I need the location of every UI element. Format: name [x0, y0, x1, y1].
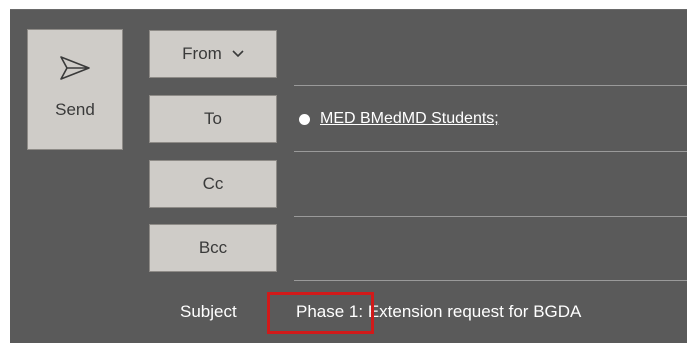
cc-field-divider [294, 216, 687, 217]
from-field-divider [294, 85, 687, 86]
from-button[interactable]: From [149, 30, 277, 78]
highlight-box [267, 292, 374, 334]
bcc-button[interactable]: Bcc [149, 224, 277, 272]
subject-label: Subject [180, 302, 237, 321]
cc-button[interactable]: Cc [149, 160, 277, 208]
send-label: Send [55, 100, 95, 119]
send-icon [59, 55, 91, 86]
bcc-field-divider [294, 280, 687, 281]
to-field-divider [294, 151, 687, 152]
to-button[interactable]: To [149, 95, 277, 143]
chevron-down-icon [232, 50, 244, 58]
presence-dot-icon [299, 113, 310, 125]
cc-label: Cc [202, 174, 224, 193]
to-recipient-chip[interactable]: MED BMedMD Students; [299, 110, 499, 128]
to-recipient-name[interactable]: MED BMedMD Students; [320, 110, 499, 128]
send-button[interactable]: Send [27, 29, 123, 150]
bcc-label: Bcc [198, 238, 228, 257]
from-label: From [182, 44, 222, 63]
compose-header: Send From To Cc Bcc MED BMedMD Students;… [10, 9, 687, 343]
to-label: To [204, 109, 222, 128]
